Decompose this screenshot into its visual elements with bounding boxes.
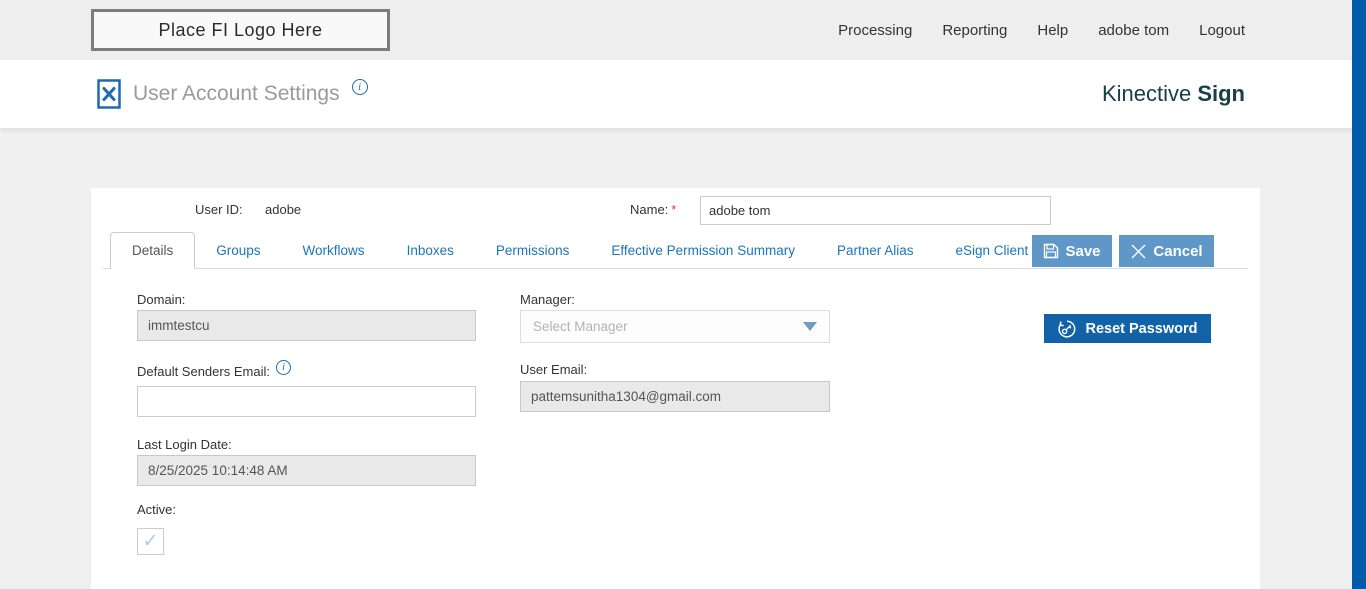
default-senders-email-input[interactable] bbox=[137, 386, 476, 417]
user-account-card: User ID: adobe Name:* Details Groups Wor… bbox=[91, 188, 1260, 589]
page-title: User Account Settings bbox=[133, 82, 340, 105]
reset-key-icon bbox=[1058, 319, 1076, 338]
name-label: Name: * bbox=[630, 202, 677, 217]
tab-inboxes[interactable]: Inboxes bbox=[386, 233, 475, 268]
required-asterisk: * bbox=[671, 202, 677, 217]
checkmark-icon: ✓ bbox=[142, 531, 159, 552]
name-input[interactable] bbox=[700, 196, 1051, 225]
default-senders-email-info-icon[interactable]: i bbox=[275, 360, 291, 375]
cancel-x-icon bbox=[1131, 244, 1146, 258]
reset-password-button[interactable]: Reset Password bbox=[1044, 314, 1211, 343]
manager-placeholder: Select Manager bbox=[533, 319, 628, 334]
last-login-date-input bbox=[137, 455, 476, 486]
chevron-down-icon bbox=[803, 322, 817, 331]
manager-dropdown[interactable]: Select Manager bbox=[520, 310, 830, 343]
nav-processing[interactable]: Processing bbox=[838, 22, 912, 39]
fi-logo-placeholder-text: Place FI Logo Here bbox=[158, 19, 323, 40]
user-email-label: User Email: bbox=[520, 362, 588, 377]
nav-user-menu[interactable]: adobe tom bbox=[1098, 22, 1169, 39]
user-email-input bbox=[520, 381, 830, 412]
user-id-value: adobe bbox=[265, 202, 302, 217]
default-senders-email-label: Default Senders Email: i bbox=[137, 360, 291, 379]
last-login-date-label: Last Login Date: bbox=[137, 437, 232, 452]
nav-reporting[interactable]: Reporting bbox=[942, 22, 1007, 39]
top-navigation: Processing Reporting Help adobe tom Logo… bbox=[838, 22, 1366, 39]
page-title-info-icon[interactable]: i bbox=[351, 79, 368, 95]
page-header: User Account Settings i Kinective Sign bbox=[0, 60, 1366, 128]
tab-details[interactable]: Details bbox=[110, 232, 196, 269]
tab-groups[interactable]: Groups bbox=[195, 233, 281, 268]
tab-workflows[interactable]: Workflows bbox=[282, 233, 386, 268]
top-bar: Place FI Logo Here Processing Reporting … bbox=[0, 0, 1366, 60]
tab-effective-permission-summary[interactable]: Effective Permission Summary bbox=[590, 233, 816, 268]
domain-label: Domain: bbox=[137, 292, 186, 307]
manager-label: Manager: bbox=[520, 292, 575, 307]
save-button[interactable]: Save bbox=[1032, 235, 1112, 267]
nav-logout[interactable]: Logout bbox=[1199, 22, 1245, 39]
brand-suffix: Sign bbox=[1197, 81, 1245, 106]
nav-help[interactable]: Help bbox=[1037, 22, 1068, 39]
brand-logo: Kinective Sign bbox=[1102, 81, 1245, 107]
brand-name: Kinective bbox=[1101, 81, 1198, 106]
active-checkbox[interactable]: ✓ bbox=[137, 528, 164, 555]
user-id-label: User ID: bbox=[195, 202, 243, 217]
tab-permissions[interactable]: Permissions bbox=[475, 233, 591, 268]
active-label: Active: bbox=[137, 502, 177, 517]
document-tools-icon bbox=[97, 79, 121, 109]
save-floppy-icon bbox=[1044, 243, 1059, 259]
domain-input bbox=[137, 310, 476, 341]
right-edge-accent-stripe bbox=[1352, 0, 1366, 589]
fi-logo-placeholder: Place FI Logo Here bbox=[91, 9, 390, 51]
cancel-button[interactable]: Cancel bbox=[1119, 235, 1214, 267]
tab-partner-alias[interactable]: Partner Alias bbox=[816, 233, 935, 268]
